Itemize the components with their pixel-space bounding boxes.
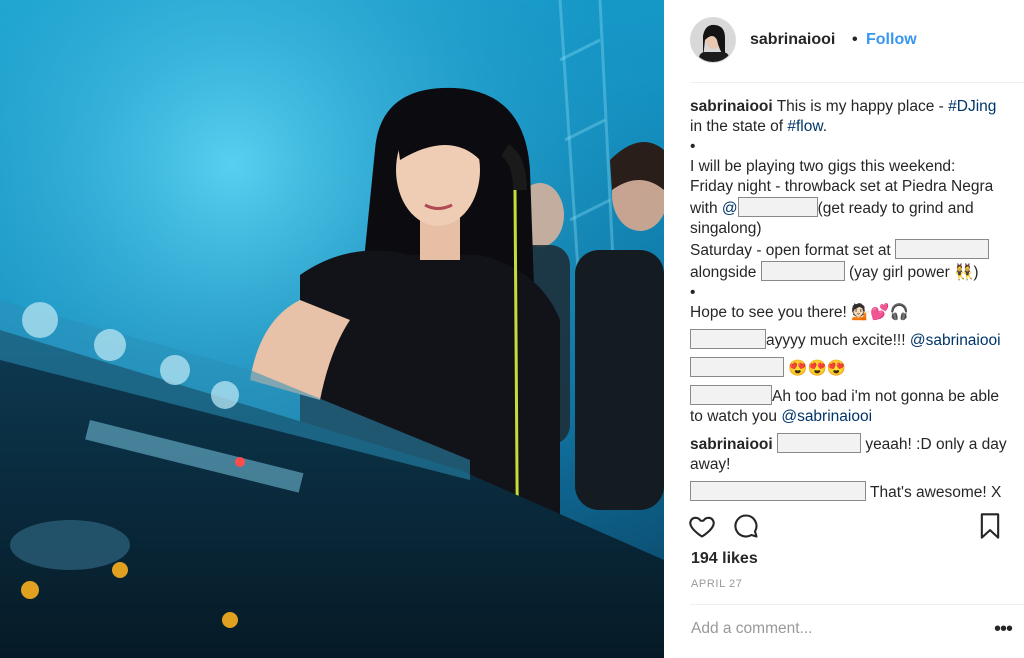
- avatar[interactable]: [690, 17, 736, 63]
- redacted-username: [690, 385, 772, 405]
- post-actions: [688, 512, 1008, 542]
- hashtag-flow[interactable]: #flow: [787, 118, 822, 135]
- caption-saturday-along: alongside: [690, 264, 761, 281]
- caption-bullet: •: [690, 138, 696, 155]
- comment-text: That's awesome! X: [870, 484, 1002, 501]
- likes-count[interactable]: 194 likes: [691, 550, 758, 568]
- more-options-icon[interactable]: •••: [994, 619, 1013, 639]
- redacted-username: [777, 433, 861, 453]
- caption-friday: Friday night - throwback set at Piedra N…: [690, 177, 1010, 239]
- redacted-mention: [737, 197, 818, 217]
- comment-username[interactable]: sabrinaiooi: [690, 436, 773, 453]
- redacted-username: [690, 329, 766, 349]
- comment-item: That's awesome! X: [690, 481, 1010, 503]
- hashtag-djing[interactable]: #DJing: [948, 98, 996, 115]
- caption-text-2: in the state of: [690, 118, 788, 135]
- bookmark-icon[interactable]: [978, 512, 1002, 545]
- redacted-username: [690, 481, 866, 501]
- redacted-username: [690, 357, 784, 377]
- caption-saturday-end: (yay girl power 👯): [844, 264, 979, 281]
- caption-text-2-end: .: [822, 118, 828, 135]
- caption-friday-mention[interactable]: @: [722, 200, 738, 217]
- comment-item: sabrinaiooi yeaah! :D only a day away!: [690, 433, 1010, 475]
- post-photo[interactable]: [0, 0, 664, 658]
- caption-text-1: This is my happy place -: [772, 98, 949, 115]
- caption-bullet: •: [690, 284, 696, 301]
- post-date: APRIL 27: [691, 578, 743, 590]
- post-header: sabrinaiooi • Follow: [664, 0, 1024, 82]
- comment-item: 😍😍😍: [690, 357, 1010, 379]
- caption-gigs-intro: I will be playing two gigs this weekend:: [690, 158, 956, 175]
- caption-saturday-text: Saturday - open format set at: [690, 242, 896, 259]
- caption-saturday: Saturday - open format set at alongside …: [690, 239, 1010, 283]
- heart-icon[interactable]: [688, 512, 716, 545]
- caption-username[interactable]: sabrinaiooi: [690, 98, 773, 115]
- header-separator: •: [852, 31, 858, 48]
- header-divider: [690, 82, 1024, 83]
- comment-divider: [690, 604, 1024, 605]
- redacted-venue: [895, 239, 990, 259]
- post-sidebar: sabrinaiooi • Follow sabrinaiooi This is…: [664, 0, 1024, 658]
- follow-button[interactable]: Follow: [866, 31, 917, 49]
- comment-mention[interactable]: @sabrinaiooi: [781, 408, 872, 425]
- comment-text: ayyyy much excite!!!: [766, 332, 906, 349]
- comment-item: ayyyy much excite!!! @sabrinaiooi: [690, 329, 1010, 351]
- post-author-username[interactable]: sabrinaiooi: [750, 31, 835, 49]
- comment-mention[interactable]: @sabrinaiooi: [910, 332, 1001, 349]
- caption: sabrinaiooi This is my happy place - #DJ…: [690, 97, 1010, 137]
- speech-bubble-icon[interactable]: [732, 512, 760, 545]
- redacted-mention: [760, 261, 845, 281]
- comment-item: Ah too bad i'm not gonna be able to watc…: [690, 385, 1010, 427]
- comment-text: 😍😍😍: [788, 360, 847, 377]
- add-comment-input[interactable]: [691, 620, 971, 638]
- dj-photo-illustration: [0, 0, 664, 658]
- avatar-photo: [691, 18, 735, 62]
- caption-closing: Hope to see you there! 💁🏻💕🎧: [690, 304, 910, 321]
- comments-section: sabrinaiooi This is my happy place - #DJ…: [690, 97, 1010, 503]
